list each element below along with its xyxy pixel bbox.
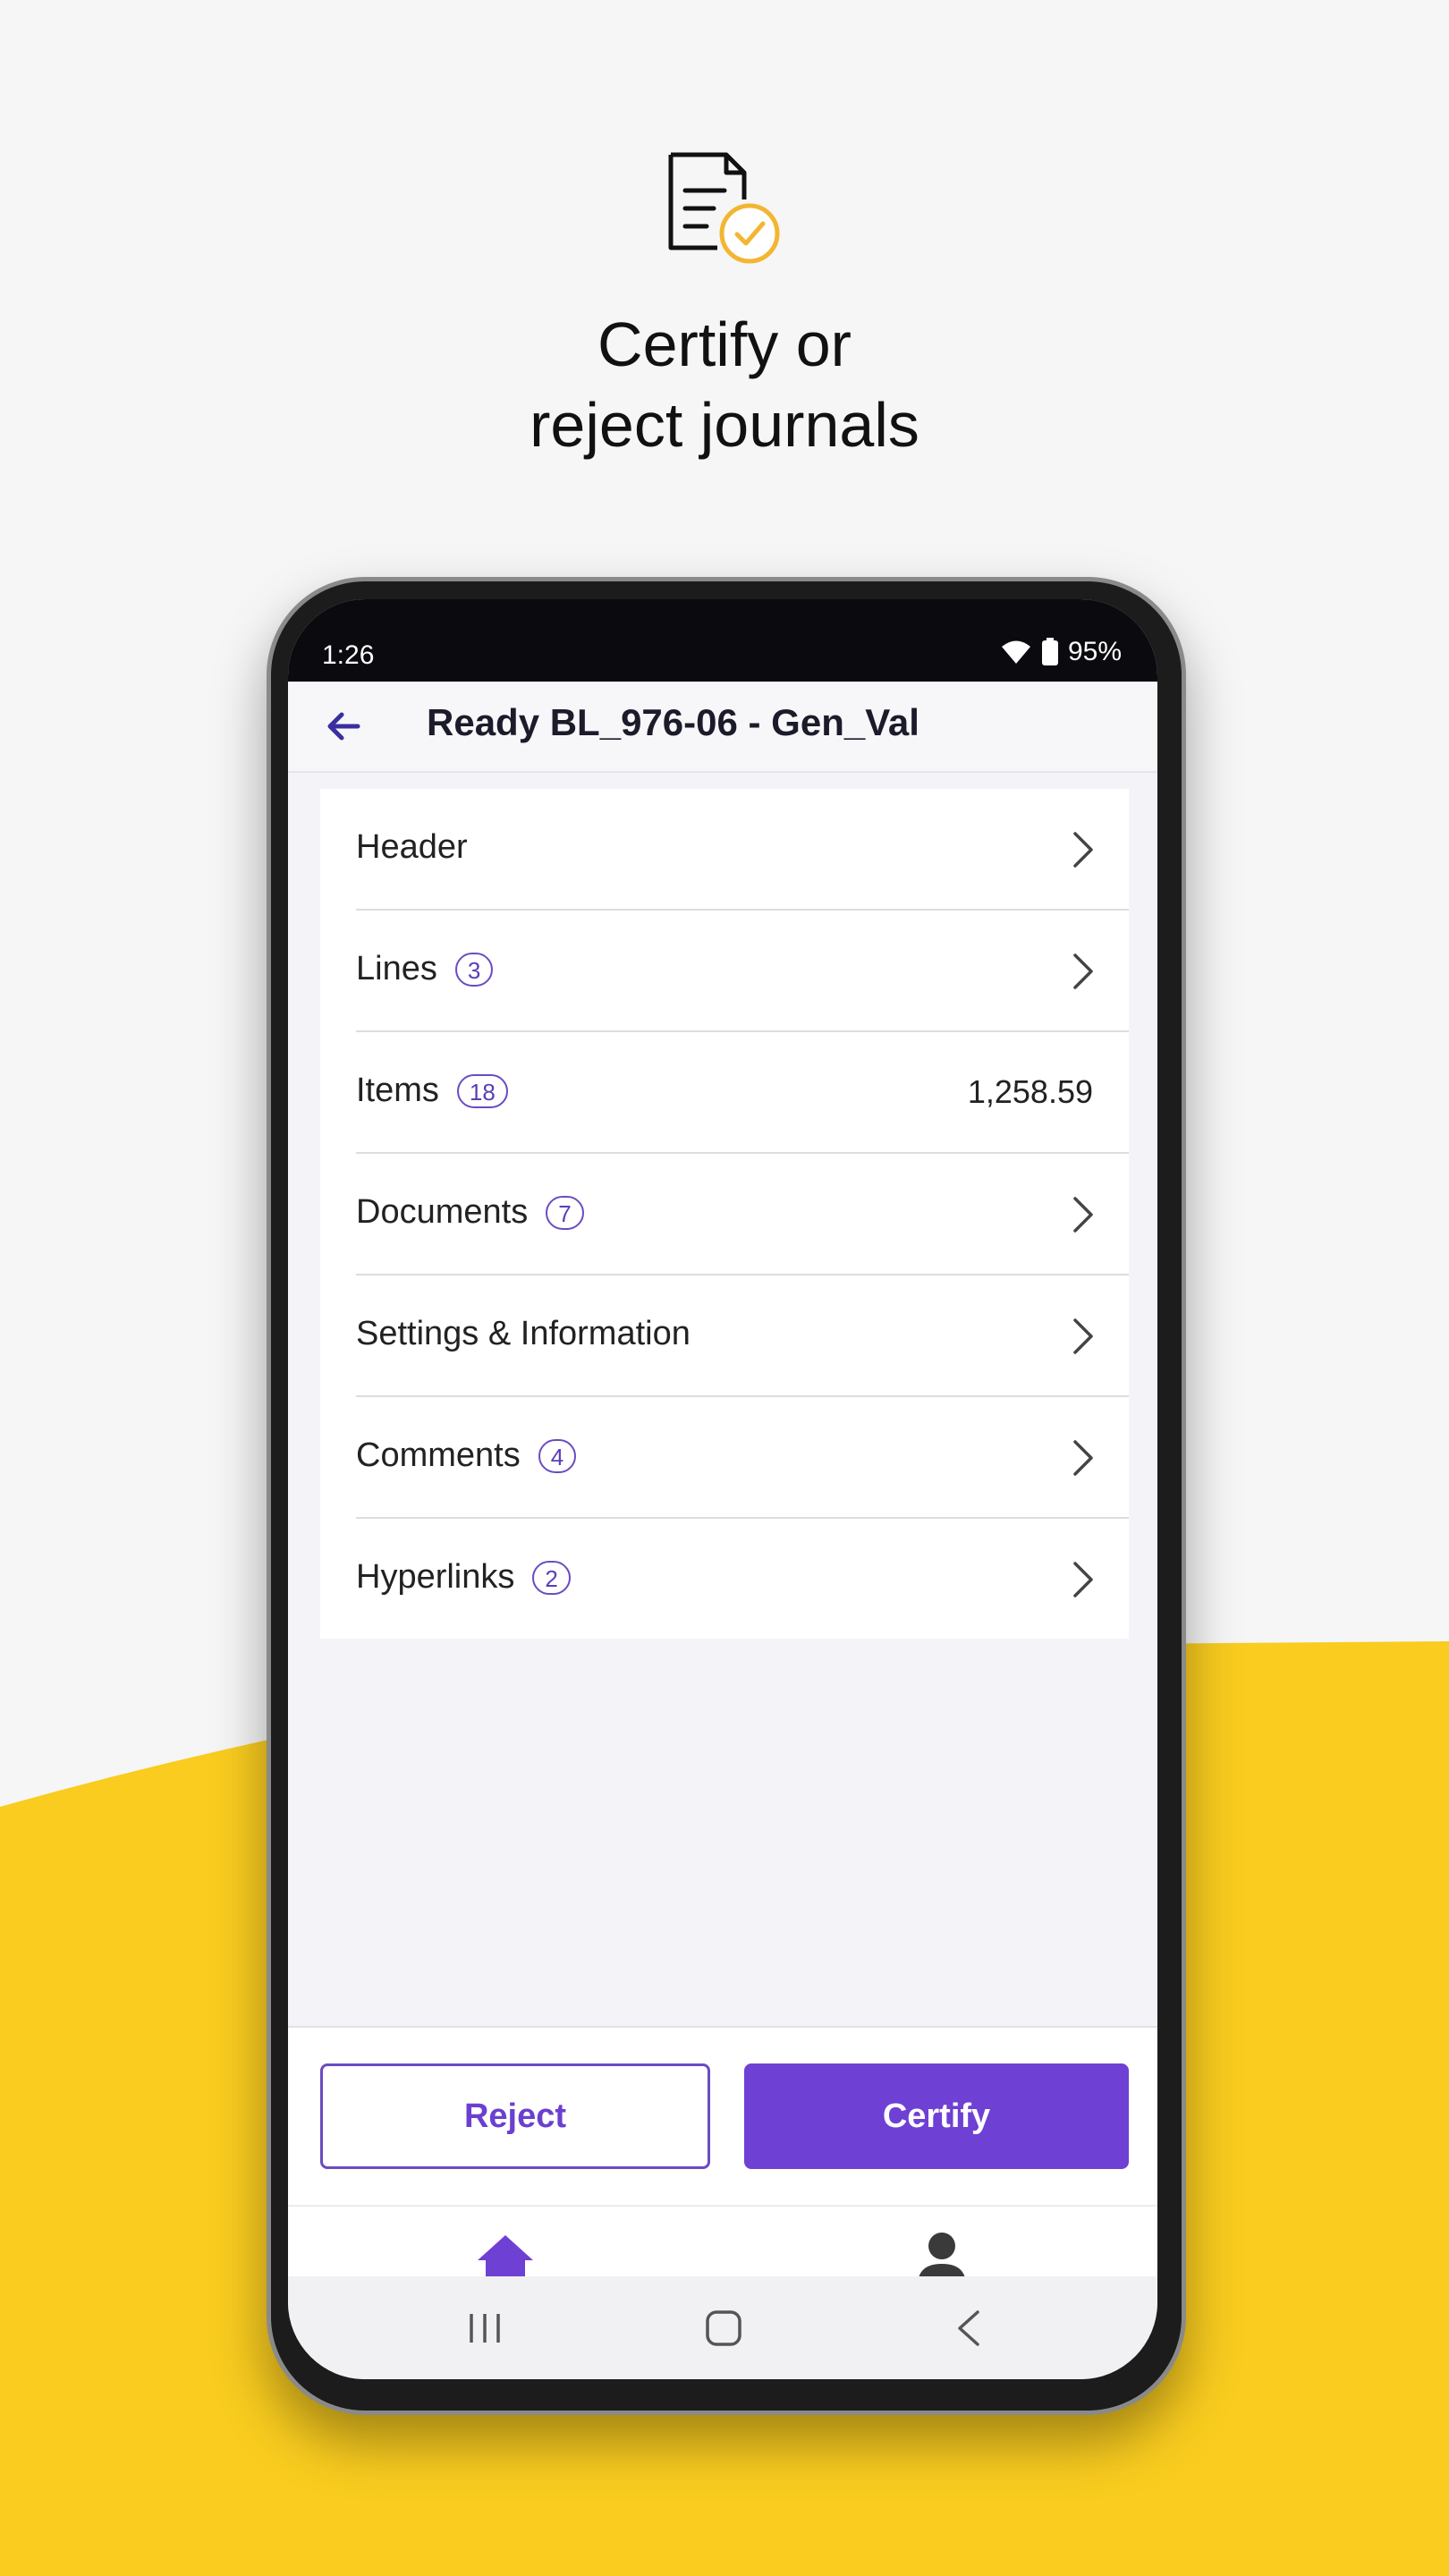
list-item-label-group: Header [356,828,468,867]
status-bar: 1:26 95% [288,599,1157,682]
battery-icon [1041,638,1058,665]
list-item-label: Documents [356,1193,529,1231]
list-item-label-group: Documents 7 [356,1193,584,1232]
journal-detail-list: Header Lines 3 Items 18 1,258.59 Documents 7 Set… [320,789,1129,1639]
list-item[interactable]: Items 18 1,258.59 [356,1032,1129,1154]
action-bar: Reject Certify [288,2026,1157,2207]
battery-percent: 95% [1067,637,1122,666]
chevron-right-icon [1073,1318,1093,1354]
list-item[interactable]: Hyperlinks 2 [356,1519,1129,1639]
wifi-icon [1001,640,1030,664]
count-badge: 7 [546,1195,584,1230]
bottom-navigation [288,2205,1157,2283]
list-item[interactable]: Documents 7 [356,1154,1129,1275]
system-back-icon[interactable] [954,2309,983,2348]
list-item-label: Hyperlinks [356,1558,515,1596]
hero-title: Certify or reject journals [0,304,1449,465]
status-time: 1:26 [322,640,375,670]
certify-button[interactable]: Certify [744,2063,1129,2169]
home-icon[interactable] [474,2232,537,2283]
recent-apps-icon[interactable] [462,2310,507,2346]
document-check-icon [668,152,780,264]
chevron-right-icon [1073,1197,1093,1233]
chevron-right-icon [1073,1562,1093,1597]
chevron-right-icon [1073,953,1093,989]
app-bar: Ready BL_976-06 - Gen_Val [288,682,1157,773]
list-item-label-group: Items 18 [356,1072,508,1110]
page-title: Ready BL_976-06 - Gen_Val [427,701,919,743]
arrow-left-icon[interactable] [322,705,365,748]
hero-title-line1: Certify or [597,309,852,379]
list-item-label: Comments [356,1436,521,1474]
list-item-label-group: Lines 3 [356,950,494,988]
system-navigation-bar [288,2276,1157,2379]
list-item[interactable]: Header [356,789,1129,911]
chevron-right-icon [1073,1440,1093,1476]
reject-button[interactable]: Reject [320,2063,710,2169]
hero-title-line2: reject journals [530,390,919,460]
count-badge: 18 [456,1073,508,1108]
list-item-label-group: Settings & Information [356,1315,691,1353]
phone-screen: 1:26 95% Ready BL_976-06 - Gen_Val Heade… [288,599,1157,2379]
list-item-label-group: Hyperlinks 2 [356,1558,571,1597]
list-item-label: Header [356,828,468,866]
count-badge: 3 [454,952,494,987]
person-icon[interactable] [914,2230,970,2283]
list-item[interactable]: Lines 3 [356,911,1129,1032]
status-indicators: 95% [1000,637,1122,667]
list-item-label: Items [356,1072,439,1109]
count-badge: 2 [532,1560,571,1595]
system-home-icon[interactable] [704,2309,743,2348]
count-badge: 4 [538,1438,577,1473]
list-item[interactable]: Comments 4 [356,1397,1129,1519]
list-item-label: Settings & Information [356,1315,691,1352]
chevron-right-icon [1073,832,1093,868]
list-item-value: 1,258.59 [967,1073,1093,1110]
list-item[interactable]: Settings & Information [356,1275,1129,1397]
list-item-label: Lines [356,950,437,987]
list-item-label-group: Comments 4 [356,1436,577,1475]
